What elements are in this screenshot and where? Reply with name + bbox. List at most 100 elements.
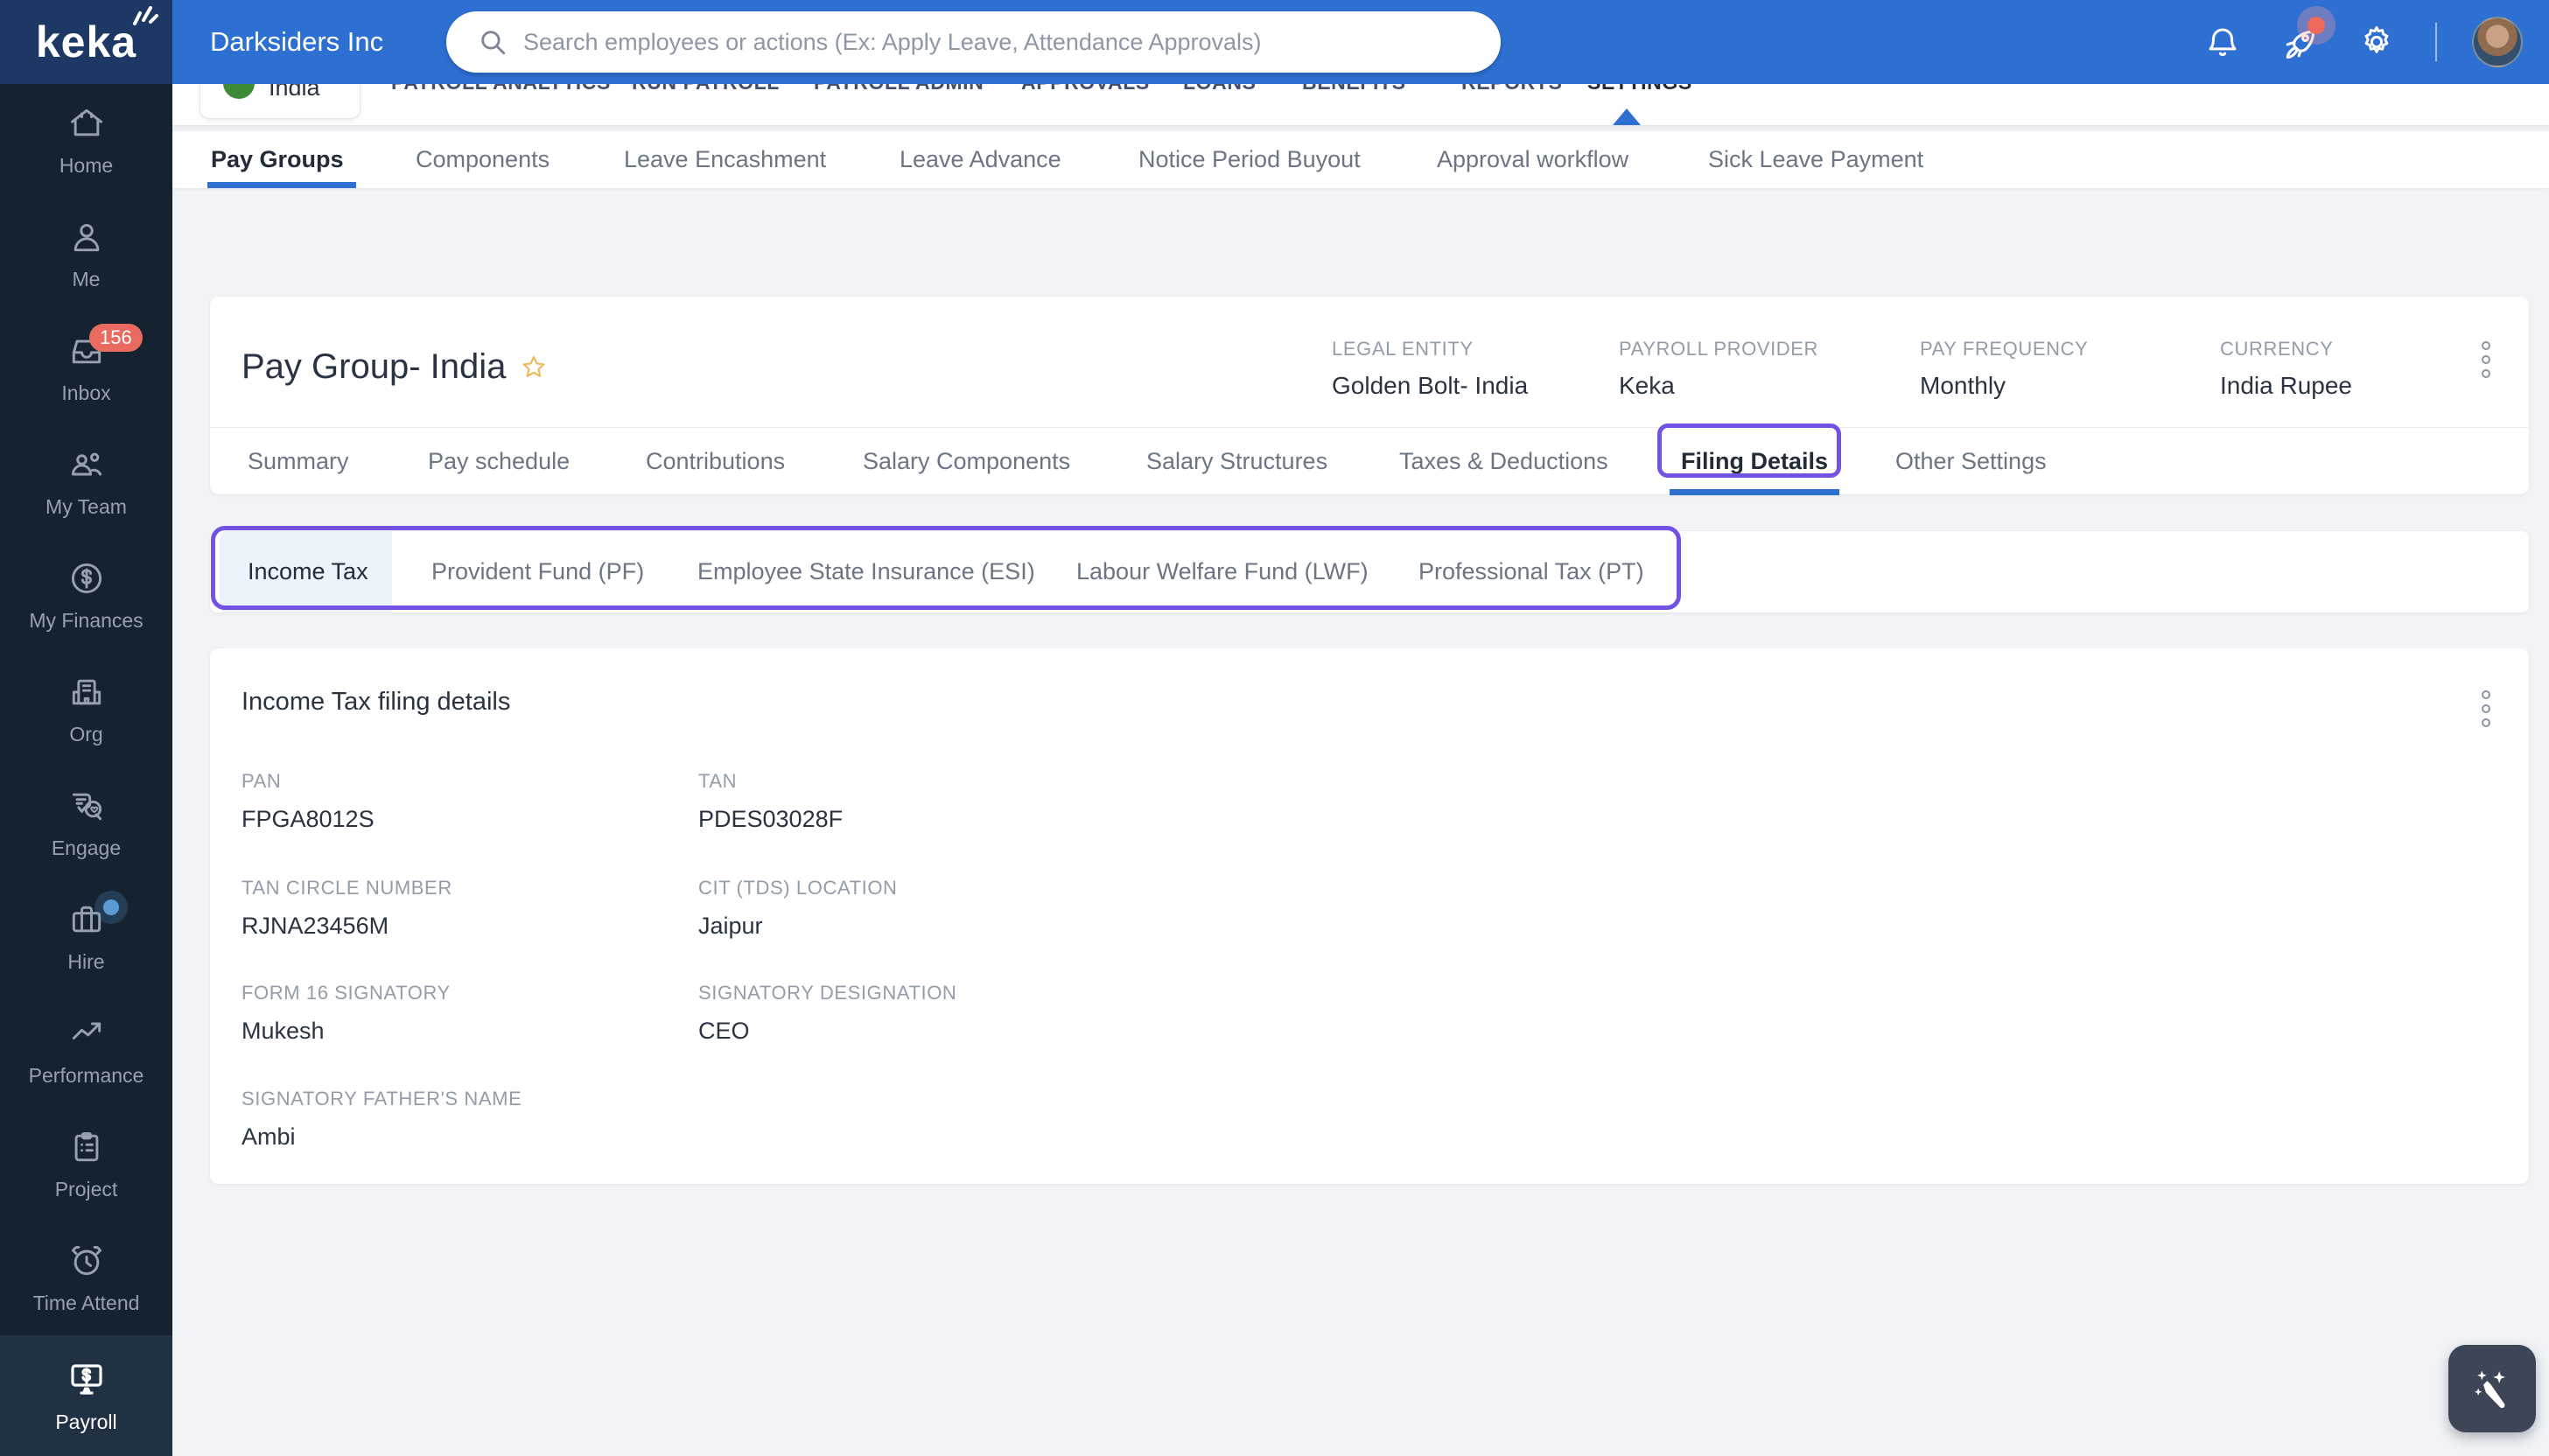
favorite-star-icon[interactable] [520, 354, 548, 382]
sidebar-item-payroll[interactable]: Payroll [0, 1335, 172, 1456]
module-tab-payroll-analytics[interactable]: PAYROLL ANALYTICS [391, 84, 611, 94]
sidebar-item-engage[interactable]: Engage [0, 766, 172, 880]
whats-new-rocket-icon[interactable] [2281, 17, 2325, 60]
india-flag-icon [223, 84, 255, 99]
field-label: CIT (TDS) LOCATION [698, 877, 898, 899]
inbox-count-badge: 156 [89, 324, 143, 352]
module-tab-loans[interactable]: LOANS [1183, 84, 1257, 94]
keka-payroll-screen: keka Darksiders Inc Search employees or … [0, 0, 2549, 1456]
field-tan: TAN PDES03028F [698, 770, 843, 833]
notifications-bell-icon[interactable] [2204, 24, 2241, 60]
header-divider [2435, 23, 2437, 61]
main-sidebar: Home Me Inbox 156 My Team My Finances Or… [0, 84, 172, 1456]
settings-gear-icon[interactable] [2358, 24, 2395, 60]
country-selector[interactable]: India [200, 84, 361, 119]
sidebar-item-org[interactable]: Org [0, 653, 172, 766]
magic-assistant-fab[interactable] [2448, 1345, 2536, 1432]
payroll-monitor-icon [70, 1364, 102, 1395]
tab-pay-schedule[interactable]: Pay schedule [428, 428, 570, 494]
clipboard-icon [74, 1131, 98, 1162]
field-pan: PAN FPGA8012S [242, 770, 375, 833]
sidebar-item-my-team[interactable]: My Team [0, 425, 172, 539]
sidebar-label: My Finances [29, 609, 144, 632]
sidebar-item-my-finances[interactable]: My Finances [0, 539, 172, 653]
global-search[interactable] [446, 11, 1501, 73]
sidebar-item-me[interactable]: Me [0, 198, 172, 312]
country-label: India [269, 84, 320, 101]
sidebar-item-performance[interactable]: Performance [0, 994, 172, 1108]
field-label: FORM 16 SIGNATORY [242, 982, 451, 1004]
meta-label: PAY FREQUENCY [1920, 338, 2089, 360]
sidebar-item-inbox[interactable]: Inbox 156 [0, 312, 172, 425]
settings-tab-approval-workflow[interactable]: Approval workflow [1437, 131, 1628, 188]
tab-contributions[interactable]: Contributions [646, 428, 785, 494]
module-tab-payroll-admin[interactable]: PAYROLL ADMIN [814, 84, 984, 94]
user-avatar[interactable] [2472, 17, 2523, 67]
magic-wand-icon [2474, 1370, 2505, 1409]
search-input[interactable] [523, 28, 1474, 56]
meta-pay-frequency: PAY FREQUENCY Monthly [1920, 338, 2088, 400]
tab-taxes-deductions[interactable]: Taxes & Deductions [1399, 428, 1608, 494]
keka-logo-text: keka [35, 18, 137, 66]
tab-summary[interactable]: Summary [248, 428, 349, 494]
sidebar-item-hire[interactable]: Hire [0, 880, 172, 994]
tab-salary-components[interactable]: Salary Components [863, 428, 1070, 494]
field-label: TAN [698, 770, 738, 792]
meta-payroll-provider: PAYROLL PROVIDER Keka [1619, 338, 1818, 400]
module-tab-settings[interactable]: SETTINGS [1587, 84, 1692, 94]
details-kebab-menu[interactable] [2478, 687, 2494, 731]
module-tab-run-payroll[interactable]: RUN PAYROLL [632, 84, 780, 94]
keka-logo[interactable]: keka [0, 0, 172, 84]
settings-tab-leave-advance[interactable]: Leave Advance [900, 131, 1061, 188]
subtab-lwf[interactable]: Labour Welfare Fund (LWF) [1076, 531, 1369, 612]
meta-value: Monthly [1920, 372, 2006, 399]
details-card-title: Income Tax filing details [242, 688, 511, 716]
field-cit-tds-location: CIT (TDS) LOCATION Jaipur [698, 877, 898, 940]
sidebar-label: Project [54, 1178, 118, 1200]
sidebar-label: Engage [51, 836, 122, 859]
settings-tab-components[interactable]: Components [416, 131, 550, 188]
engage-chat-icon [72, 793, 102, 821]
pay-group-kebab-menu[interactable] [2478, 338, 2494, 382]
meta-legal-entity: LEGAL ENTITY Golden Bolt- India [1332, 338, 1528, 400]
sidebar-label: My Team [46, 495, 127, 518]
tab-other-settings[interactable]: Other Settings [1895, 428, 2047, 494]
tab-filing-details[interactable]: Filing Details [1669, 428, 1840, 495]
sidebar-label: Payroll [55, 1410, 117, 1433]
user-icon [74, 223, 99, 252]
meta-label: PAYROLL PROVIDER [1619, 338, 1819, 360]
sidebar-item-home[interactable]: Home [0, 84, 172, 198]
pay-group-title: Pay Group- India [242, 347, 507, 386]
sidebar-item-time-attend[interactable]: Time Attend [0, 1222, 172, 1335]
subtab-esi[interactable]: Employee State Insurance (ESI) [697, 531, 1035, 612]
field-label: SIGNATORY DESIGNATION [698, 982, 957, 1004]
settings-tab-pay-groups[interactable]: Pay Groups [207, 131, 356, 188]
settings-tab-leave-encashment[interactable]: Leave Encashment [624, 131, 826, 188]
meta-value: Golden Bolt- India [1332, 372, 1529, 399]
content-area: Back to Pay groups Pay Group- India LEGA… [172, 188, 2549, 1456]
sidebar-label: Me [72, 268, 101, 290]
settings-active-caret-icon [1613, 108, 1641, 125]
module-tab-reports[interactable]: REPORTS [1461, 84, 1562, 94]
sidebar-label: Org [69, 723, 103, 746]
home-icon [70, 108, 102, 136]
field-signatory-designation: SIGNATORY DESIGNATION CEO [698, 982, 956, 1045]
field-value: Ambi [242, 1124, 296, 1150]
header-icons [2204, 0, 2549, 84]
settings-tab-sick-leave-payment[interactable]: Sick Leave Payment [1708, 131, 1923, 188]
subtab-provident-fund[interactable]: Provident Fund (PF) [431, 531, 644, 612]
sidebar-label: Performance [28, 1064, 144, 1087]
subtab-income-tax[interactable]: Income Tax [248, 531, 368, 612]
tab-salary-structures[interactable]: Salary Structures [1146, 428, 1327, 494]
payroll-module-nav: India PAYROLL ANALYTICS RUN PAYROLL PAYR… [172, 84, 2549, 125]
module-tab-approvals[interactable]: APPROVALS [1021, 84, 1150, 94]
field-tan-circle-number: TAN CIRCLE NUMBER RJNA23456M [242, 877, 452, 940]
field-value: Mukesh [242, 1018, 325, 1044]
sidebar-item-project[interactable]: Project [0, 1108, 172, 1222]
hire-notification-dot [103, 900, 119, 915]
meta-label: CURRENCY [2220, 338, 2334, 360]
settings-tab-notice-period-buyout[interactable]: Notice Period Buyout [1138, 131, 1361, 188]
module-tab-benefits[interactable]: BENEFITS [1302, 84, 1406, 94]
subtab-professional-tax[interactable]: Professional Tax (PT) [1418, 531, 1644, 612]
meta-currency: CURRENCY India Rupee [2220, 338, 2352, 400]
